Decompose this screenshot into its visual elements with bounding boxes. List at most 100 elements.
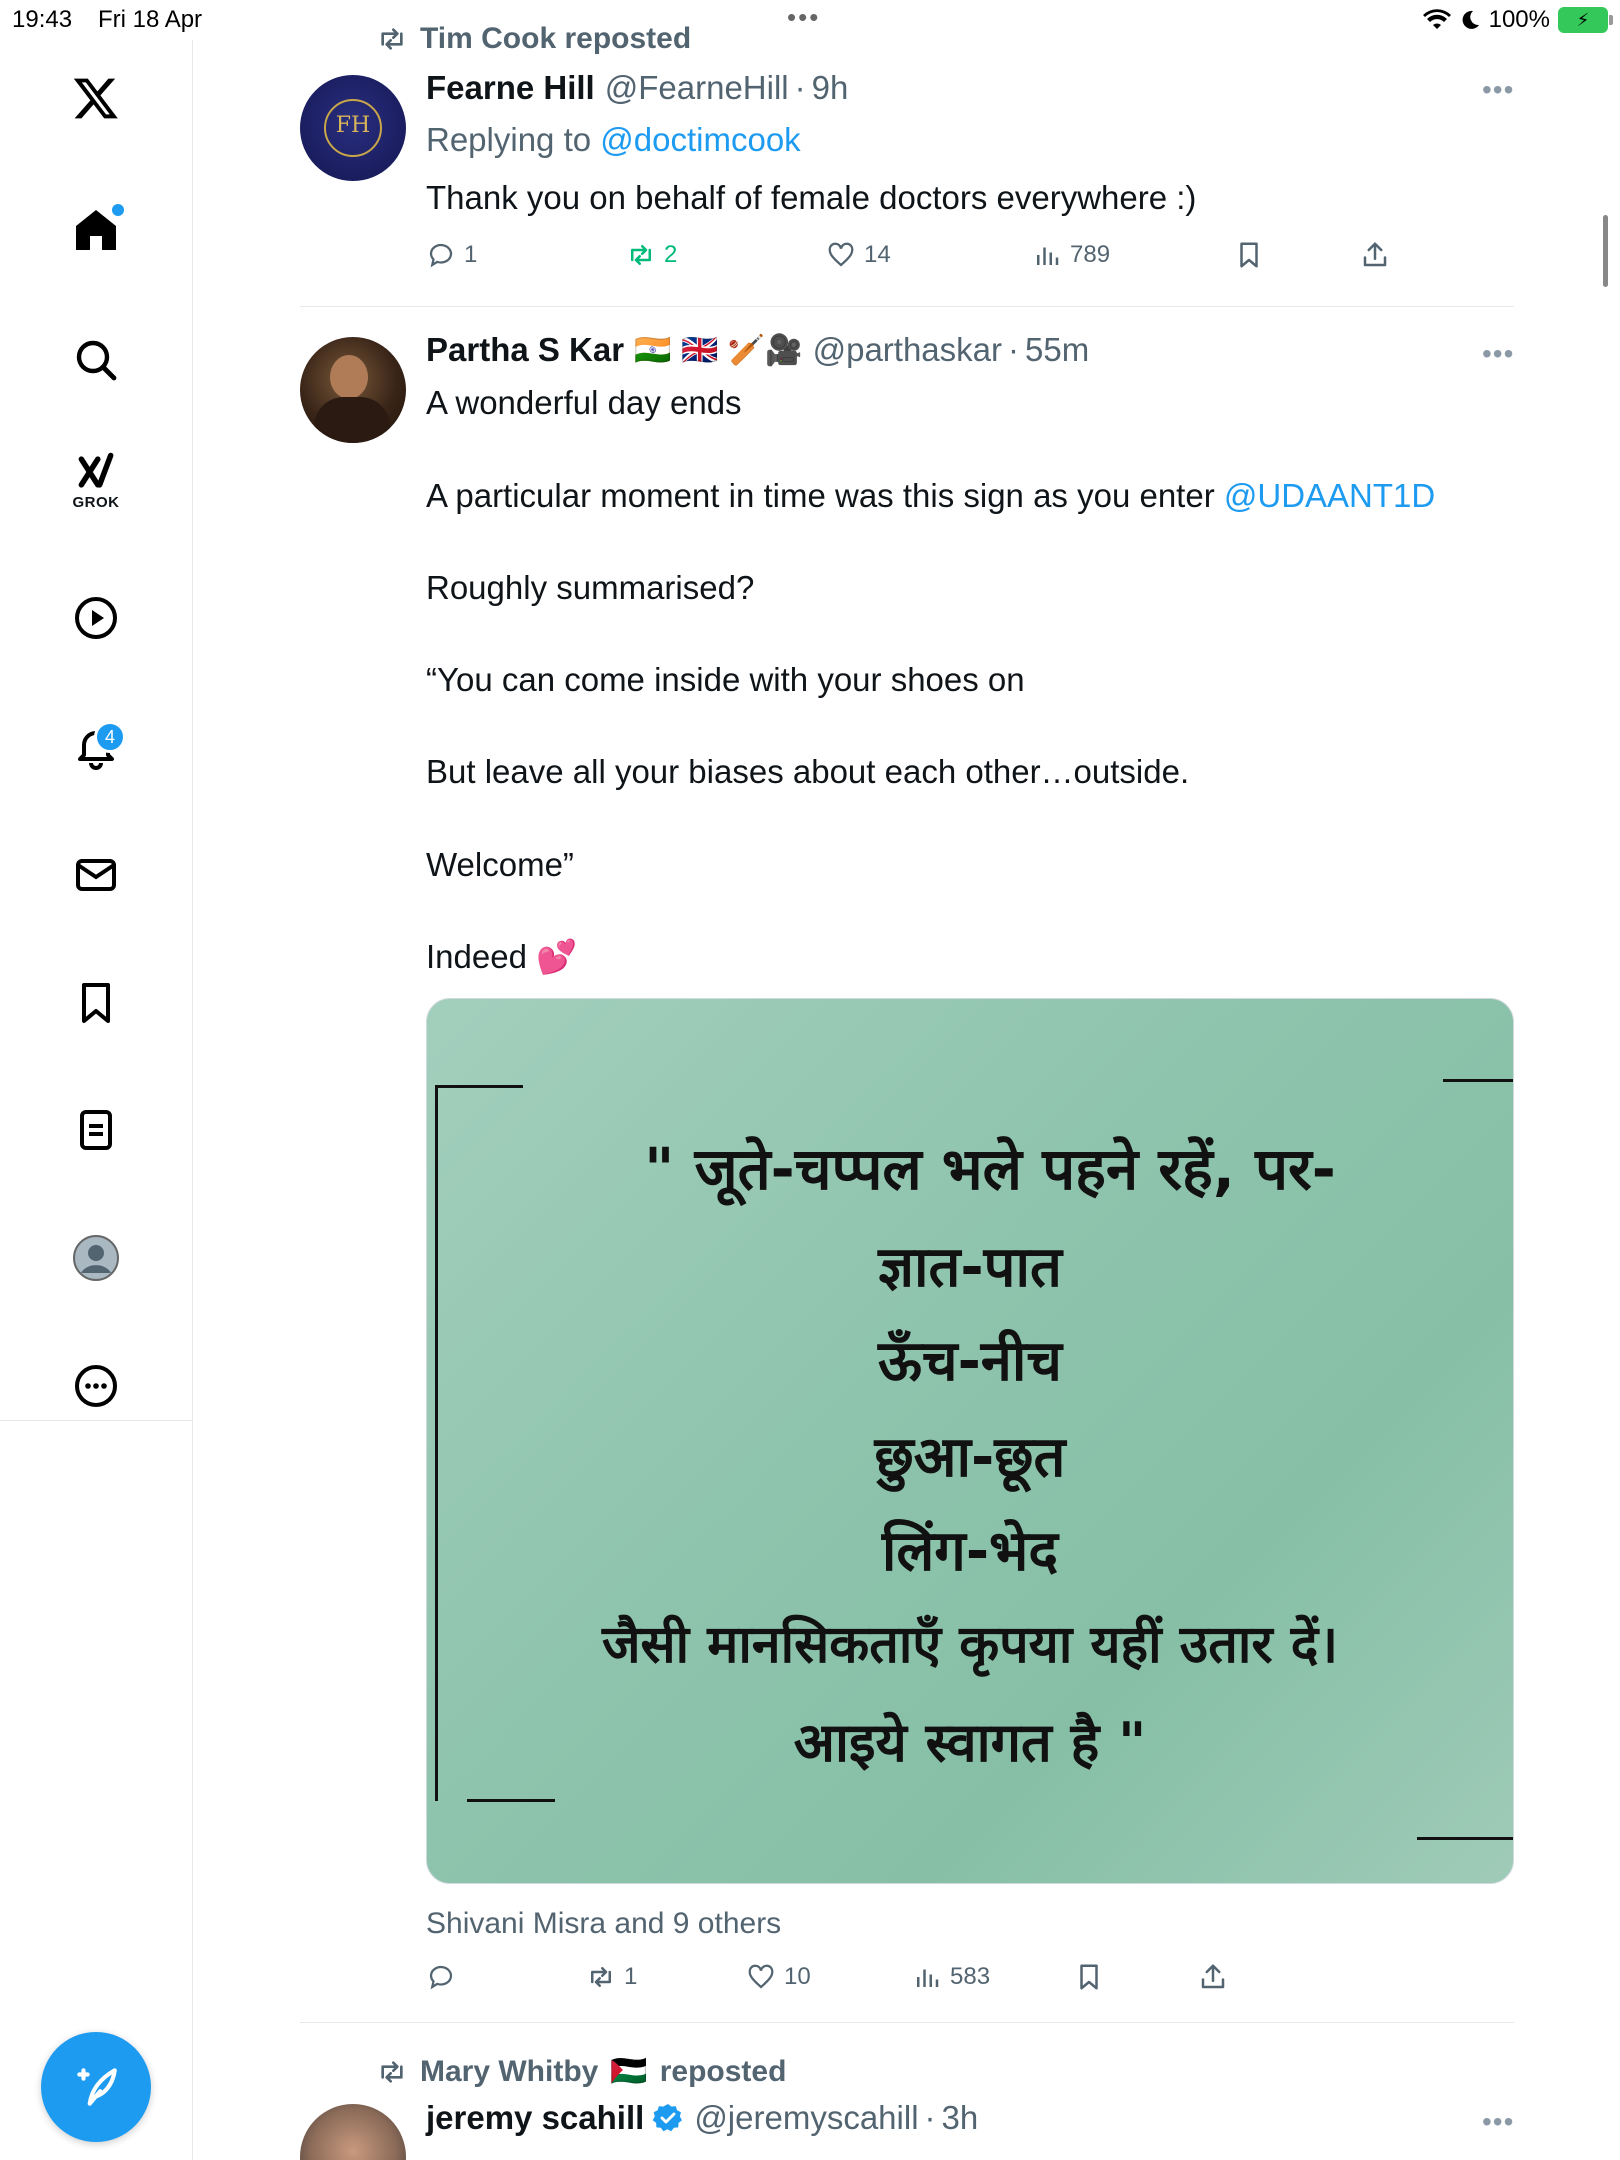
reply-button[interactable] (426, 1962, 456, 1992)
avatar-jeremy-scahill[interactable] (300, 2104, 406, 2160)
views-button[interactable]: 583 (912, 1962, 990, 1992)
author-handle[interactable]: @parthaskar (813, 331, 1002, 369)
views-count: 789 (1070, 241, 1111, 268)
tweet-time[interactable]: 3h (942, 2099, 979, 2137)
profile-avatar-icon[interactable] (66, 1228, 126, 1288)
share-icon (1363, 242, 1387, 267)
header-separator: · (794, 69, 806, 106)
tweet-time[interactable]: 55m (1025, 331, 1089, 369)
sign-line: लिंग-भेद (881, 1519, 1059, 1584)
repost-icon (591, 1967, 611, 1987)
views-chart-icon (1037, 247, 1059, 265)
compose-post-button[interactable] (41, 2032, 151, 2142)
replying-to-link[interactable]: @doctimcook (600, 121, 800, 158)
status-date: Fri 18 Apr (98, 6, 203, 33)
bookmarks-icon[interactable] (66, 973, 126, 1033)
verified-badge-icon (652, 2104, 683, 2132)
grok-label: GROK (72, 494, 120, 511)
notifications-icon[interactable]: 4 (66, 717, 126, 777)
repost-icon (631, 245, 651, 265)
tweet-text: Thank you on behalf of female doctors ev… (426, 179, 1197, 216)
author-name[interactable]: Partha S Kar (426, 331, 624, 369)
replying-to: Replying to @doctimcook (426, 120, 801, 160)
tweet-line: “You can come inside with your shoes on (426, 661, 1025, 698)
like-button[interactable]: 10 (746, 1962, 811, 1992)
repost-suffix: reposted (659, 2054, 787, 2088)
tweet-actions: 1 10 583 (426, 1962, 1426, 2002)
reply-count: 1 (464, 241, 478, 268)
search-icon[interactable] (66, 330, 126, 390)
more-options-icon[interactable] (66, 1356, 126, 1416)
repost-by-label: Tim Cook reposted (420, 22, 692, 55)
tweet-header: Fearne Hill @FearneHill · 9h (426, 69, 848, 107)
tweet-line: Indeed 💕 (426, 938, 578, 975)
tweet-header: jeremy scahill @jeremyscahill · 3h (426, 2099, 978, 2137)
author-name[interactable]: Fearne Hill (426, 69, 595, 107)
home-icon[interactable] (66, 200, 126, 260)
x-logo-icon[interactable] (66, 68, 126, 128)
views-chart-icon (917, 1969, 939, 1987)
reply-button[interactable]: 1 (426, 240, 477, 270)
repost-icon (381, 2060, 403, 2083)
like-button[interactable]: 14 (826, 240, 891, 270)
views-button[interactable]: 789 (1032, 240, 1110, 270)
share-button[interactable] (1360, 240, 1390, 270)
status-right: 100% ⚡ (1422, 6, 1613, 34)
compose-feather-icon (77, 2068, 117, 2106)
name-emojis: 🇮🇳 🇬🇧 🏏🎥 (634, 332, 803, 368)
lists-icon[interactable] (66, 1100, 126, 1160)
sign-border-bottom-left (467, 1799, 555, 1802)
reply-icon (429, 1965, 453, 1990)
repost-count: 1 (624, 1963, 638, 1990)
author-name[interactable]: jeremy scahill (426, 2099, 644, 2137)
avatar-initials: FH (335, 113, 371, 138)
tweet-line: A particular moment in time was this sig… (426, 476, 1435, 516)
bookmark-button[interactable] (1074, 1962, 1104, 1992)
tweet-more-icon[interactable]: ••• (1482, 2106, 1514, 2138)
header-separator: · (1008, 331, 1020, 368)
battery-icon: ⚡ (1558, 7, 1613, 33)
liked-by-line[interactable]: Shivani Misra and 9 others (426, 1904, 781, 1944)
sign-border-bottom-right (1417, 1837, 1513, 1840)
bookmark-icon (1080, 1964, 1098, 1990)
repost-button[interactable]: 1 (586, 1962, 637, 1992)
repost-count: 2 (664, 241, 678, 268)
reply-icon (429, 243, 453, 268)
grok-icon[interactable]: GROK (66, 450, 126, 511)
author-handle[interactable]: @jeremyscahill (694, 2099, 918, 2137)
mention-link[interactable]: @UDAANT1D (1224, 477, 1435, 514)
repost-button[interactable]: 2 (626, 240, 677, 270)
author-handle[interactable]: @FearneHill (605, 69, 789, 107)
tweet-line-text: A particular moment in time was this sig… (426, 477, 1215, 514)
sign-line: ऊँच-नीच (878, 1329, 1062, 1394)
tweet-actions: 1 2 14 789 (426, 240, 1426, 280)
tweet-more-icon[interactable]: ••• (1482, 338, 1514, 370)
tweet-line: A wonderful day ends (426, 384, 742, 421)
sidebar: GROK 4 (0, 40, 193, 2160)
notifications-badge: 4 (94, 721, 126, 753)
sign-line: ज्ञात-पात (878, 1235, 1062, 1300)
repost-icon (381, 28, 403, 50)
battery-percent: 100% (1488, 6, 1550, 33)
tweet-line: Roughly summarised? (426, 569, 755, 606)
heart-icon (748, 1964, 774, 1989)
messages-icon[interactable] (66, 845, 126, 905)
repost-flag: 🇵🇸 (610, 2054, 648, 2089)
scrollbar[interactable] (1603, 215, 1608, 287)
video-icon[interactable] (66, 588, 126, 648)
bookmark-button[interactable] (1234, 240, 1264, 270)
multitasking-dots-icon[interactable]: ••• (787, 2, 820, 33)
tweet-divider (300, 306, 1514, 307)
replying-prefix: Replying to (426, 121, 592, 158)
share-button[interactable] (1198, 1962, 1228, 1992)
tweet-more-icon[interactable]: ••• (1482, 74, 1514, 106)
avatar-fearne-hill[interactable]: FH (300, 75, 406, 181)
tweet-image[interactable]: " जूते-चप्पल भले पहने रहें, पर- ज्ञात-पा… (426, 998, 1514, 1884)
tweet-time[interactable]: 9h (812, 69, 849, 107)
avatar-partha-s-kar[interactable] (300, 337, 406, 443)
sidebar-divider (0, 1420, 193, 1421)
repost-context: Mary Whitby 🇵🇸 reposted (376, 2054, 786, 2089)
bookmark-icon (1240, 242, 1258, 268)
sign-border-top-left (435, 1085, 523, 1088)
sign-line: " जूते-चप्पल भले पहने रहें, पर- (644, 1135, 1336, 1203)
